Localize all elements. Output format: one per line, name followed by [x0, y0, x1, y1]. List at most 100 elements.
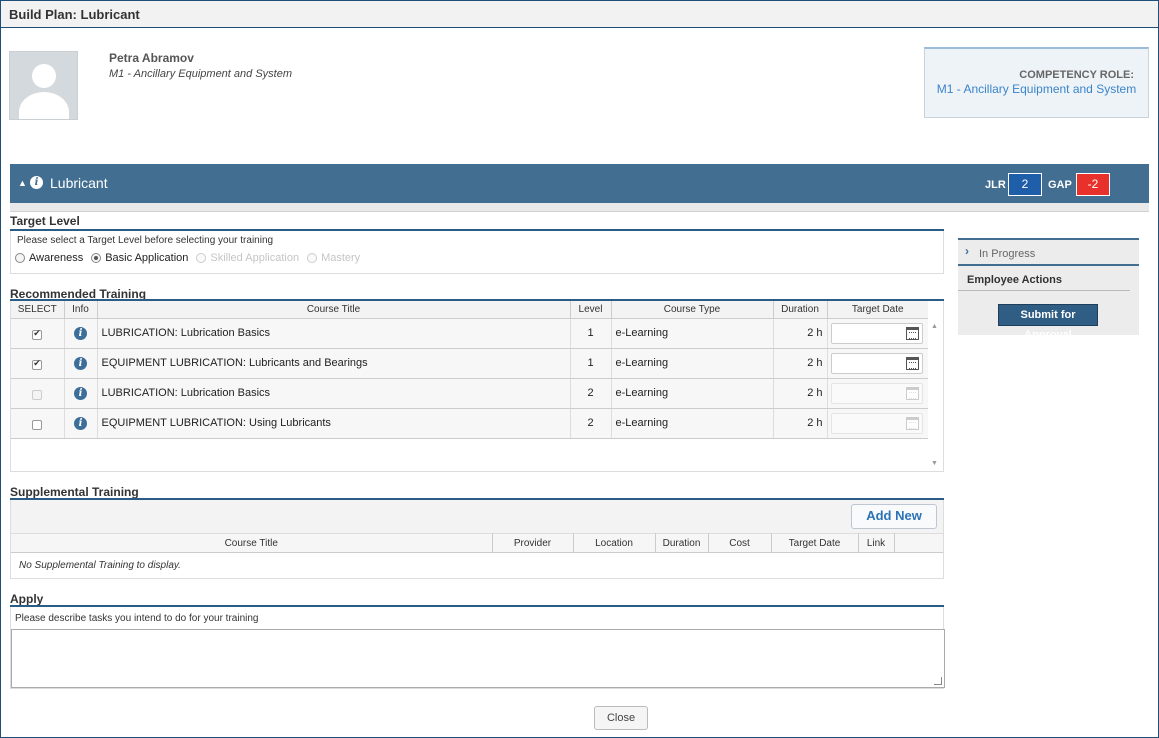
- calendar-icon[interactable]: [905, 326, 919, 340]
- collapse-triangle-icon[interactable]: ▲: [18, 178, 27, 188]
- col-course-title[interactable]: Course Title: [97, 301, 571, 319]
- recommended-training-table: SELECT Info Course Title Level Course Ty…: [11, 301, 928, 439]
- col-target-date[interactable]: Target Date: [771, 533, 859, 553]
- resize-grip-icon[interactable]: [934, 677, 942, 685]
- radio-mastery-label: Mastery: [321, 252, 361, 264]
- radio-basic-application-circle[interactable]: [91, 253, 102, 263]
- info-icon[interactable]: i: [74, 356, 87, 370]
- chevron-right-icon[interactable]: ›: [965, 244, 969, 258]
- target-date-input[interactable]: [830, 352, 923, 374]
- table-row: i EQUIPMENT LUBRICATION: Lubricants and …: [11, 348, 928, 379]
- course-title: EQUIPMENT LUBRICATION: Using Lubricants: [97, 408, 571, 439]
- supplemental-empty-message: No Supplemental Training to display.: [19, 560, 181, 571]
- course-type: e-Learning: [611, 408, 774, 439]
- target-level-panel: Please select a Target Level before sele…: [10, 231, 944, 274]
- course-duration: 2 h: [773, 408, 828, 439]
- radio-mastery-circle: [307, 253, 318, 263]
- supplemental-toolbar: Add New: [11, 500, 943, 533]
- calendar-icon[interactable]: [905, 356, 919, 370]
- in-progress-toggle[interactable]: › In Progress: [958, 240, 1139, 266]
- avatar: [9, 51, 78, 120]
- target-level-radio-group: Awareness Basic Application Skilled Appl…: [15, 252, 368, 264]
- supplemental-training-panel: Add New Course Title Provider Location D…: [10, 500, 944, 579]
- table-row: i LUBRICATION: Lubrication Basics 2 e-Le…: [11, 378, 928, 409]
- col-select: SELECT: [11, 301, 65, 319]
- avatar-body-shape: [19, 92, 69, 119]
- col-target-date[interactable]: Target Date: [827, 301, 928, 319]
- window-title: Build Plan: Lubricant: [9, 7, 140, 22]
- recommended-training-panel: SELECT Info Course Title Level Course Ty…: [10, 301, 944, 472]
- gap-value-badge: -2: [1076, 173, 1110, 196]
- course-level: 1: [570, 348, 612, 379]
- col-duration[interactable]: Duration: [773, 301, 828, 319]
- employee-actions-label: Employee Actions: [967, 274, 1062, 286]
- user-name: Petra Abramov: [109, 51, 194, 65]
- section-header[interactable]: ▲ i Lubricant JLR 2 GAP -2: [10, 164, 1149, 203]
- calendar-icon: [905, 386, 919, 400]
- course-type: e-Learning: [611, 318, 774, 349]
- add-new-button[interactable]: Add New: [851, 504, 937, 529]
- col-provider[interactable]: Provider: [492, 533, 574, 553]
- col-link[interactable]: Link: [858, 533, 895, 553]
- col-actions: [894, 533, 943, 553]
- table-row: i LUBRICATION: Lubrication Basics 1 e-Le…: [11, 318, 928, 349]
- select-checkbox[interactable]: [32, 328, 43, 340]
- title-bar: Build Plan: Lubricant: [1, 1, 1158, 28]
- gap-label: GAP: [1048, 179, 1072, 191]
- course-title: EQUIPMENT LUBRICATION: Lubricants and Be…: [97, 348, 571, 379]
- scroll-up-arrow-icon[interactable]: ▲: [931, 323, 938, 330]
- side-divider: [958, 290, 1130, 291]
- user-role: M1 - Ancillary Equipment and System: [109, 68, 292, 80]
- in-progress-label: In Progress: [979, 248, 1036, 260]
- radio-skilled-application: Skilled Application: [196, 252, 299, 264]
- radio-basic-application-label: Basic Application: [105, 252, 189, 264]
- radio-skilled-application-label: Skilled Application: [210, 252, 300, 264]
- course-type: e-Learning: [611, 378, 774, 409]
- competency-role-box: COMPETENCY ROLE: M1 - Ancillary Equipmen…: [924, 47, 1149, 118]
- course-type: e-Learning: [611, 348, 774, 379]
- section-title: Lubricant: [50, 175, 108, 191]
- course-title: LUBRICATION: Lubrication Basics: [97, 378, 571, 409]
- table-row: i EQUIPMENT LUBRICATION: Using Lubricant…: [11, 408, 928, 439]
- course-duration: 2 h: [773, 318, 828, 349]
- radio-awareness-circle[interactable]: [15, 253, 25, 263]
- jlr-value-badge: 2: [1008, 173, 1042, 196]
- radio-awareness[interactable]: Awareness: [15, 252, 83, 264]
- radio-mastery: Mastery: [307, 252, 360, 264]
- scroll-down-arrow-icon[interactable]: ▼: [931, 460, 938, 467]
- radio-basic-application[interactable]: Basic Application: [91, 252, 188, 264]
- course-duration: 2 h: [773, 348, 828, 379]
- col-location[interactable]: Location: [573, 533, 656, 553]
- info-icon[interactable]: i: [30, 176, 43, 189]
- info-icon[interactable]: i: [74, 386, 87, 400]
- course-title: LUBRICATION: Lubrication Basics: [97, 318, 571, 349]
- select-checkbox[interactable]: [32, 419, 43, 430]
- supplemental-training-table: Course Title Provider Location Duration …: [11, 533, 943, 553]
- col-level[interactable]: Level: [570, 301, 612, 319]
- col-course-title[interactable]: Course Title: [11, 533, 493, 553]
- avatar-head-shape: [32, 64, 56, 88]
- col-course-type[interactable]: Course Type: [611, 301, 774, 319]
- course-duration: 2 h: [773, 378, 828, 409]
- col-info: Info: [64, 301, 98, 319]
- jlr-label: JLR: [985, 179, 1006, 191]
- section-subheader-strip: [10, 203, 1149, 212]
- info-icon[interactable]: i: [74, 416, 87, 430]
- close-button[interactable]: Close: [594, 706, 648, 730]
- info-icon[interactable]: i: [74, 326, 87, 340]
- competency-role-label: COMPETENCY ROLE:: [1019, 69, 1134, 81]
- radio-skilled-application-circle: [196, 253, 207, 263]
- col-duration[interactable]: Duration: [655, 533, 709, 553]
- table-scrollbar[interactable]: ▲ ▼: [927, 319, 943, 471]
- col-cost[interactable]: Cost: [708, 533, 772, 553]
- apply-heading: Apply: [10, 592, 44, 606]
- select-checkbox: [32, 389, 43, 400]
- submit-for-approval-button[interactable]: Submit for Approval: [998, 304, 1098, 341]
- table-header-row: SELECT Info Course Title Level Course Ty…: [11, 301, 928, 319]
- select-checkbox[interactable]: [32, 358, 43, 370]
- apply-textarea[interactable]: [11, 629, 945, 688]
- target-date-input[interactable]: [830, 322, 923, 344]
- dialog-window: Build Plan: Lubricant Petra Abramov M1 -…: [0, 0, 1159, 738]
- supplemental-training-heading: Supplemental Training: [10, 485, 139, 499]
- competency-role-value[interactable]: M1 - Ancillary Equipment and System: [935, 82, 1138, 96]
